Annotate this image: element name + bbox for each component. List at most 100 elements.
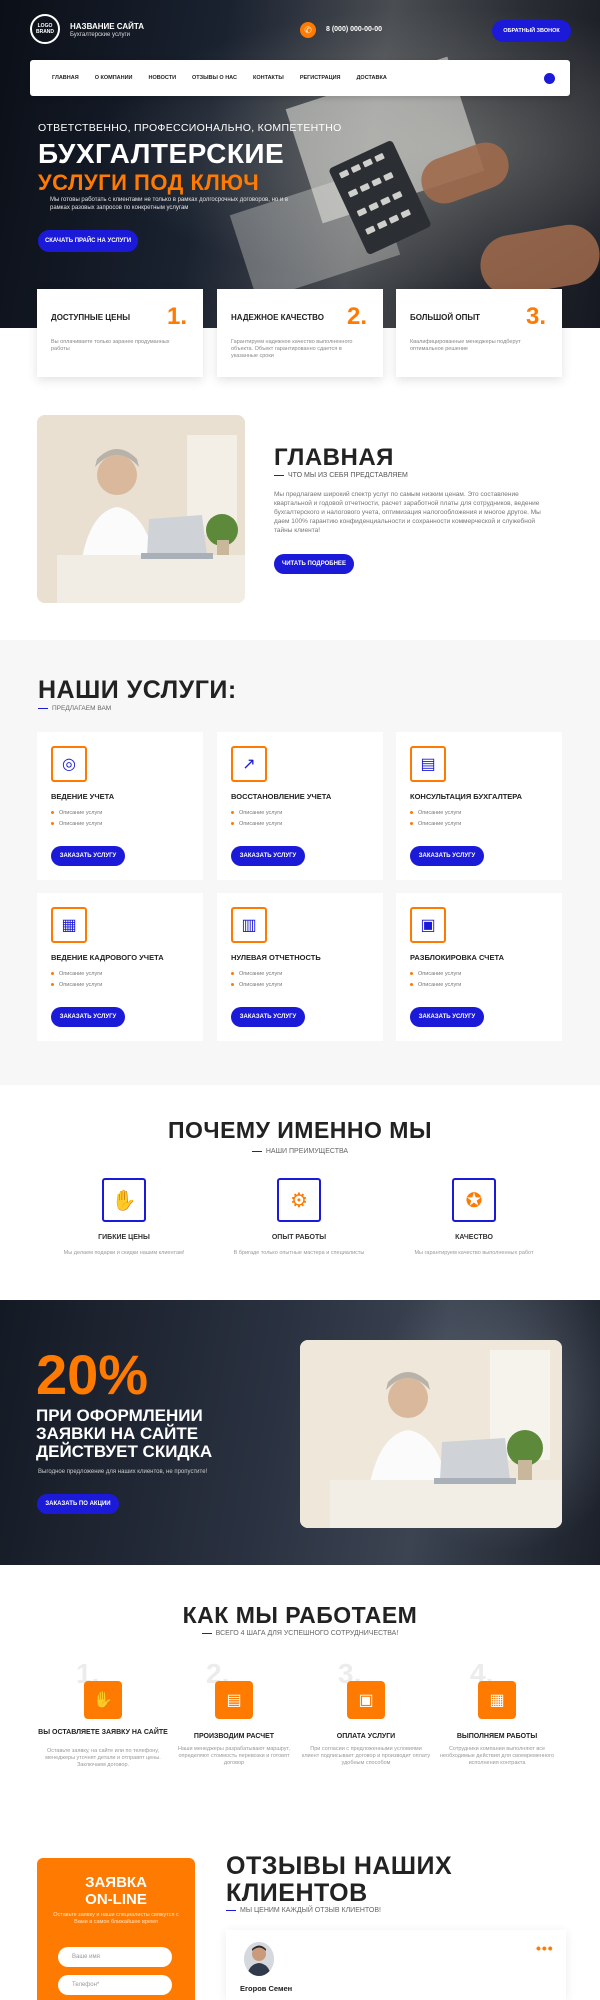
- step-description: Оставьте заявку, на сайте или по телефон…: [45, 1748, 161, 1768]
- steps-title: КАК МЫ РАБОТАЕМ: [182, 1602, 418, 1628]
- documents-icon: ▦: [51, 907, 87, 943]
- site-subtitle: Бухгалтерские услуги: [70, 32, 131, 38]
- avatar: [244, 1942, 274, 1976]
- reviews-subtitle-text: МЫ ЦЕНИМ КАЖДЫЙ ОТЗЫВ КЛИЕНТОВ!: [240, 1907, 381, 1914]
- report-icon: ▥: [231, 907, 267, 943]
- promo-description: Выгодное предложение для наших клиентов,…: [38, 1469, 208, 1475]
- nav-item-contacts[interactable]: КОНТАКТЫ: [253, 75, 284, 81]
- site-title: НАЗВАНИЕ САЙТА: [70, 22, 145, 31]
- nav-item-about[interactable]: О КОМПАНИИ: [95, 75, 133, 81]
- form-title: ЗАЯВКА ON-LINE: [37, 1874, 195, 1908]
- wallet-icon: ▣: [347, 1681, 385, 1719]
- promo-title-line: ЗАЯВКИ НА САЙТЕ: [36, 1424, 199, 1443]
- step-title: ВЫ ОСТАВЛЯЕТЕ ЗАЯВКУ НА САЙТЕ: [38, 1729, 168, 1736]
- order-service-button[interactable]: ЗАКАЗАТЬ УСЛУГУ: [410, 1007, 484, 1027]
- service-card: ↗ ВОССТАНОВЛЕНИЕ УЧЕТА Описание услуги О…: [217, 732, 383, 880]
- service-item: Описание услуги: [51, 810, 102, 816]
- service-title: КОНСУЛЬТАЦИЯ БУХГАЛТЕРА: [410, 792, 523, 801]
- why-subtitle: НАШИ ПРЕИМУЩЕСТВА: [0, 1148, 600, 1155]
- feature-number: 1.: [166, 303, 187, 330]
- nav-item-reviews[interactable]: ОТЗЫВЫ О НАС: [192, 75, 237, 81]
- feature-number: 2.: [346, 303, 367, 330]
- nav-item-news[interactable]: НОВОСТИ: [149, 75, 177, 81]
- logo[interactable]: LOGO BRAND: [30, 14, 60, 44]
- service-item: Описание услуги: [231, 810, 282, 816]
- download-price-button[interactable]: СКАЧАТЬ ПРАЙС НА УСЛУГИ: [38, 230, 138, 252]
- service-card: ▦ ВЕДЕНИЕ КАДРОВОГО УЧЕТА Описание услуг…: [37, 893, 203, 1041]
- service-title: ВЕДЕНИЕ КАДРОВОГО УЧЕТА: [51, 953, 164, 962]
- feature-description: Квалифицированные менеджеры подберут опт…: [410, 339, 521, 352]
- service-card: ◎ ВЕДЕНИЕ УЧЕТА Описание услуги Описание…: [37, 732, 203, 880]
- nav-item-registration[interactable]: РЕГИСТРАЦИЯ: [300, 75, 341, 81]
- read-more-button[interactable]: ЧИТАТЬ ПОДРОБНЕЕ: [274, 554, 354, 574]
- step-title: ПРОИЗВОДИМ РАСЧЕТ: [193, 1733, 275, 1740]
- form-title-line: ЗАЯВКА: [85, 1874, 147, 1891]
- phone-icon: ✆: [300, 22, 316, 38]
- accountant-illustration: [37, 415, 245, 603]
- order-service-button[interactable]: ЗАКАЗАТЬ УСЛУГУ: [51, 846, 125, 866]
- hero-title-accent: УСЛУГИ ПОД КЛЮЧ: [38, 170, 260, 195]
- feature-description: Вы оплачиваете только заранее продуманны…: [51, 339, 170, 352]
- phone-input[interactable]: Телефон*: [58, 1975, 172, 1995]
- feature-card: ДОСТУПНЫЕ ЦЕНЫ 1. Вы оплачиваете только …: [37, 289, 203, 377]
- service-item: Описание услуги: [51, 982, 102, 988]
- why-title: ПОЧЕМУ ИМЕННО МЫ: [168, 1117, 432, 1143]
- step-description: Наши менеджеры разрабатывают маршрут, оп…: [178, 1746, 290, 1766]
- order-service-button[interactable]: ЗАКАЗАТЬ УСЛУГУ: [410, 846, 484, 866]
- service-item: Описание услуги: [410, 810, 461, 816]
- why-description: В бригаде только опытные мастера и специ…: [233, 1250, 365, 1256]
- service-card: ▣ РАЗБЛОКИРОВКА СЧЕТА Описание услуги Оп…: [396, 893, 562, 1041]
- gears-icon: ⚙: [277, 1178, 321, 1222]
- phone-number[interactable]: 8 (000) 000-00-00: [326, 26, 382, 33]
- form-description: Оставьте заявку и наши специалисты свяжу…: [53, 1912, 179, 1925]
- feature-title: НАДЕЖНОЕ КАЧЕСТВО: [231, 313, 324, 322]
- feature-number: 3.: [525, 303, 546, 330]
- feature-card: НАДЕЖНОЕ КАЧЕСТВО 2. Гарантируем надежно…: [217, 289, 383, 377]
- service-title: ВОССТАНОВЛЕНИЕ УЧЕТА: [231, 792, 332, 801]
- nav-search-button[interactable]: [544, 73, 555, 84]
- order-service-button[interactable]: ЗАКАЗАТЬ УСЛУГУ: [231, 1007, 305, 1027]
- why-label: КАЧЕСТВО: [455, 1234, 493, 1241]
- main-nav: ГЛАВНАЯ О КОМПАНИИ НОВОСТИ ОТЗЫВЫ О НАС …: [30, 60, 570, 96]
- steps-subtitle: ВСЕГО 4 ШАГА ДЛЯ УСПЕШНОГО СОТРУДНИЧЕСТВ…: [0, 1630, 600, 1637]
- about-subtitle: ЧТО МЫ ИЗ СЕБЯ ПРЕДСТАВЛЯЕМ: [274, 472, 408, 479]
- step-description: При согласии с предложенными условиями к…: [301, 1746, 431, 1766]
- promo-photo: [300, 1340, 562, 1528]
- nav-item-home[interactable]: ГЛАВНАЯ: [52, 75, 79, 81]
- step-title: ВЫПОЛНЯЕМ РАБОТЫ: [456, 1733, 538, 1740]
- why-label: ОПЫТ РАБОТЫ: [271, 1234, 327, 1241]
- promo-title: ПРИ ОФОРМЛЕНИИ ЗАЯВКИ НА САЙТЕ ДЕЙСТВУЕТ…: [36, 1407, 212, 1461]
- order-service-button[interactable]: ЗАКАЗАТЬ УСЛУГУ: [231, 846, 305, 866]
- calculator-icon: ▤: [215, 1681, 253, 1719]
- service-item: Описание услуги: [410, 982, 461, 988]
- order-service-button[interactable]: ЗАКАЗАТЬ УСЛУГУ: [51, 1007, 125, 1027]
- services-subtitle-text: ПРЕДЛАГАЕМ ВАМ: [52, 705, 112, 712]
- name-input[interactable]: Ваше имя: [58, 1947, 172, 1967]
- service-item: Описание услуги: [51, 971, 102, 977]
- service-title: ВЕДЕНИЕ УЧЕТА: [51, 792, 115, 801]
- hero-description: Мы готовы работать с клиентами не только…: [50, 197, 289, 211]
- box-icon: ▦: [478, 1681, 516, 1719]
- service-item: Описание услуги: [231, 971, 282, 977]
- reviews-title: ОТЗЫВЫ НАШИХ КЛИЕНТОВ: [226, 1853, 452, 1907]
- service-item: Описание услуги: [231, 982, 282, 988]
- why-subtitle-text: НАШИ ПРЕИМУЩЕСТВА: [265, 1148, 349, 1155]
- logo-text: LOGO BRAND: [35, 23, 55, 35]
- coins-icon: ◎: [51, 746, 87, 782]
- order-promo-button[interactable]: ЗАКАЗАТЬ ПО АКЦИИ: [37, 1494, 119, 1514]
- hand-coin-icon: ✋: [102, 1178, 146, 1222]
- service-title: РАЗБЛОКИРОВКА СЧЕТА: [410, 953, 504, 962]
- reviews-title-line: КЛИЕНТОВ: [226, 1879, 368, 1907]
- about-subtitle-text: ЧТО МЫ ИЗ СЕБЯ ПРЕДСТАВЛЯЕМ: [288, 472, 408, 479]
- feature-title: БОЛЬШОЙ ОПЫТ: [410, 313, 481, 322]
- service-item: Описание услуги: [231, 821, 282, 827]
- about-title: ГЛАВНАЯ: [274, 444, 394, 471]
- presentation-icon: ▤: [410, 746, 446, 782]
- reviews-subtitle: МЫ ЦЕНИМ КАЖДЫЙ ОТЗЫВ КЛИЕНТОВ!: [226, 1907, 381, 1914]
- services-title: НАШИ УСЛУГИ:: [38, 676, 237, 704]
- service-item: Описание услуги: [51, 821, 102, 827]
- form-title-line: ON-LINE: [85, 1891, 147, 1908]
- callback-button[interactable]: ОБРАТНЫЙ ЗВОНОК: [492, 20, 571, 42]
- nav-item-delivery[interactable]: ДОСТАВКА: [357, 75, 387, 81]
- service-title: НУЛЕВАЯ ОТЧЕТНОСТЬ: [231, 953, 321, 962]
